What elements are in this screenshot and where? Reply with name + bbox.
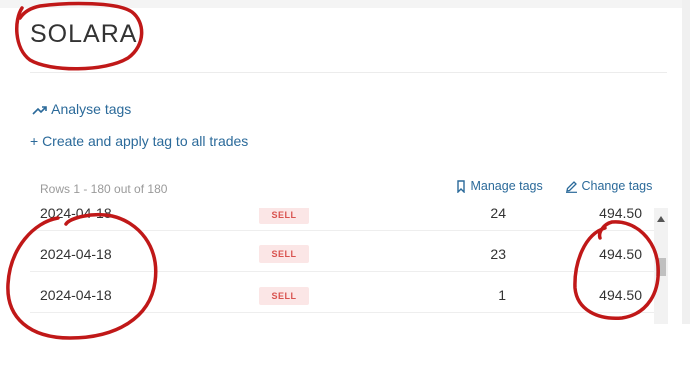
sell-badge: SELL bbox=[259, 287, 309, 305]
row-price: 494.50 bbox=[599, 287, 642, 303]
page-title: SOLARA bbox=[30, 20, 138, 48]
analyse-tags-link[interactable]: Analyse tags bbox=[32, 101, 131, 117]
row-quantity: 23 bbox=[490, 246, 506, 262]
manage-tags-link[interactable]: Manage tags bbox=[455, 179, 543, 194]
row-quantity: 24 bbox=[490, 208, 506, 221]
rows-count: Rows 1 - 180 out of 180 bbox=[40, 182, 168, 196]
scrollbar-thumb[interactable] bbox=[656, 258, 666, 276]
change-tags-label: Change tags bbox=[581, 179, 653, 193]
page-background-bottom bbox=[0, 324, 690, 368]
row-date: 2024-04-18 bbox=[40, 208, 112, 221]
instrument-card: SOLARA Analyse tags + Create and apply t… bbox=[0, 8, 682, 324]
table-row[interactable]: 2024-04-18 SELL 1 494.50 bbox=[30, 272, 654, 313]
table-row[interactable]: 2024-04-18 SELL 24 494.50 bbox=[30, 208, 654, 231]
header-divider bbox=[30, 72, 667, 73]
row-price: 494.50 bbox=[599, 246, 642, 262]
trades-table[interactable]: 2024-04-18 SELL 24 494.50 2024-04-18 SEL… bbox=[30, 208, 654, 324]
table-row[interactable]: 2024-04-18 SELL 23 494.50 bbox=[30, 231, 654, 272]
change-tags-link[interactable]: Change tags bbox=[565, 179, 653, 194]
sell-badge: SELL bbox=[259, 245, 309, 263]
row-price: 494.50 bbox=[599, 208, 642, 221]
row-quantity: 1 bbox=[498, 287, 506, 303]
row-date: 2024-04-18 bbox=[40, 287, 112, 303]
row-date: 2024-04-18 bbox=[40, 246, 112, 262]
sell-badge: SELL bbox=[259, 208, 309, 224]
bookmark-icon bbox=[457, 180, 465, 194]
page-background-right bbox=[682, 0, 690, 324]
table-row[interactable] bbox=[30, 313, 654, 324]
triangle-up-icon[interactable] bbox=[657, 216, 665, 222]
create-tag-link[interactable]: + Create and apply tag to all trades bbox=[30, 133, 248, 149]
manage-tags-label: Manage tags bbox=[470, 179, 543, 193]
pencil-icon bbox=[566, 181, 577, 194]
analyse-tags-label: Analyse tags bbox=[51, 101, 132, 117]
trend-up-icon bbox=[32, 106, 47, 115]
table-scrollbar[interactable] bbox=[654, 208, 668, 324]
